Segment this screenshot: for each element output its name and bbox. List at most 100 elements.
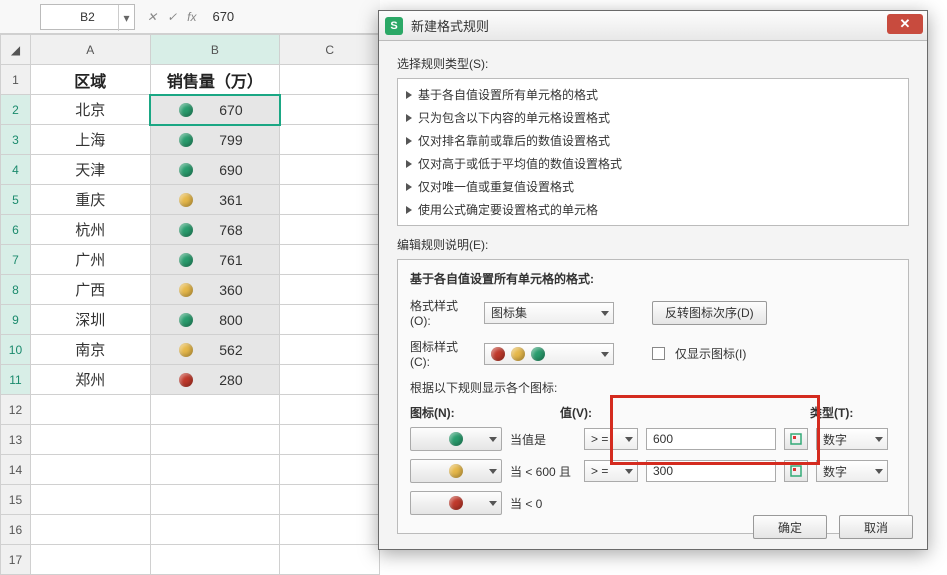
cell-value[interactable]: 670 <box>150 95 280 125</box>
cell[interactable] <box>280 455 380 485</box>
cell-region[interactable]: 南京 <box>30 335 150 365</box>
cell[interactable] <box>150 455 280 485</box>
row-header[interactable]: 1 <box>1 65 31 95</box>
rule-type-item[interactable]: 仅对排名靠前或靠后的数值设置格式 <box>398 129 908 152</box>
col-header-B[interactable]: B <box>150 35 280 65</box>
row-header[interactable]: 10 <box>1 335 31 365</box>
cancel-icon[interactable]: ✕ <box>147 10 157 24</box>
cell[interactable] <box>280 365 380 395</box>
cell-region[interactable]: 北京 <box>30 95 150 125</box>
type-combo[interactable]: 数字 <box>816 460 888 482</box>
col-header-C[interactable]: C <box>280 35 380 65</box>
cell[interactable] <box>150 545 280 575</box>
cell-value[interactable]: 360 <box>150 275 280 305</box>
row-header[interactable]: 4 <box>1 155 31 185</box>
rule-type-item[interactable]: 仅对唯一值或重复值设置格式 <box>398 175 908 198</box>
ok-button[interactable]: 确定 <box>753 515 827 539</box>
row-header[interactable]: 8 <box>1 275 31 305</box>
formula-input[interactable]: 670 <box>212 9 234 24</box>
cell[interactable] <box>150 425 280 455</box>
cell-value[interactable]: 768 <box>150 215 280 245</box>
cell-region[interactable]: 广西 <box>30 275 150 305</box>
type-combo[interactable]: 数字 <box>816 428 888 450</box>
rule-type-item[interactable]: 仅对高于或低于平均值的数值设置格式 <box>398 152 908 175</box>
cell[interactable] <box>280 125 380 155</box>
name-box-dropdown[interactable]: ▾ <box>118 5 134 31</box>
rule-type-list[interactable]: 基于各自值设置所有单元格的格式只为包含以下内容的单元格设置格式仅对排名靠前或靠后… <box>397 78 909 226</box>
format-style-combo[interactable]: 图标集 <box>484 302 614 324</box>
col-header-A[interactable]: A <box>30 35 150 65</box>
cell-region[interactable]: 深圳 <box>30 305 150 335</box>
dialog-titlebar[interactable]: S 新建格式规则 ✕ <box>379 11 927 41</box>
row-header[interactable]: 17 <box>1 545 31 575</box>
cell[interactable] <box>30 545 150 575</box>
cell[interactable] <box>150 515 280 545</box>
icon-picker[interactable] <box>410 491 502 515</box>
cell[interactable] <box>280 545 380 575</box>
cell[interactable] <box>30 425 150 455</box>
row-header[interactable]: 6 <box>1 215 31 245</box>
icon-style-combo[interactable] <box>484 343 614 365</box>
cell-region[interactable]: 杭州 <box>30 215 150 245</box>
cell[interactable] <box>280 95 380 125</box>
select-all-corner[interactable]: ◢ <box>1 35 31 65</box>
cell[interactable] <box>280 275 380 305</box>
cell[interactable] <box>280 245 380 275</box>
cell-value[interactable]: 361 <box>150 185 280 215</box>
cell[interactable] <box>280 485 380 515</box>
rule-type-item[interactable]: 基于各自值设置所有单元格的格式 <box>398 83 908 106</box>
row-header[interactable]: 15 <box>1 485 31 515</box>
rule-type-item[interactable]: 只为包含以下内容的单元格设置格式 <box>398 106 908 129</box>
cell[interactable] <box>280 155 380 185</box>
only-icon-checkbox[interactable] <box>652 347 665 360</box>
row-header[interactable]: 12 <box>1 395 31 425</box>
row-header[interactable]: 2 <box>1 95 31 125</box>
cell[interactable] <box>280 65 380 95</box>
cell[interactable] <box>280 425 380 455</box>
cell-value[interactable]: 690 <box>150 155 280 185</box>
cell[interactable] <box>280 395 380 425</box>
cell-value[interactable]: 761 <box>150 245 280 275</box>
row-header[interactable]: 3 <box>1 125 31 155</box>
cell-value[interactable]: 800 <box>150 305 280 335</box>
cell[interactable] <box>150 485 280 515</box>
row-header[interactable]: 14 <box>1 455 31 485</box>
operator-combo[interactable]: > = <box>584 460 638 482</box>
cell[interactable]: 销售量（万） <box>150 65 280 95</box>
cell-region[interactable]: 天津 <box>30 155 150 185</box>
icon-picker[interactable] <box>410 427 502 451</box>
row-header[interactable]: 7 <box>1 245 31 275</box>
icon-picker[interactable] <box>410 459 502 483</box>
row-header[interactable]: 11 <box>1 365 31 395</box>
operator-combo[interactable]: > = <box>584 428 638 450</box>
cell[interactable] <box>150 395 280 425</box>
fx-icon[interactable]: fx <box>187 10 196 24</box>
row-header[interactable]: 16 <box>1 515 31 545</box>
cell-region[interactable]: 广州 <box>30 245 150 275</box>
reverse-order-button[interactable]: 反转图标次序(D) <box>652 301 767 325</box>
value-input[interactable]: 600 <box>646 428 776 450</box>
cell[interactable] <box>280 185 380 215</box>
name-box[interactable]: B2 ▾ <box>40 4 135 30</box>
confirm-icon[interactable]: ✓ <box>167 10 177 24</box>
range-ref-button[interactable] <box>784 428 808 450</box>
cell[interactable] <box>30 455 150 485</box>
row-header[interactable]: 9 <box>1 305 31 335</box>
cell[interactable] <box>280 335 380 365</box>
cell[interactable] <box>280 305 380 335</box>
cell[interactable] <box>280 215 380 245</box>
cell[interactable] <box>30 515 150 545</box>
cell[interactable]: 区域 <box>30 65 150 95</box>
rule-type-item[interactable]: 使用公式确定要设置格式的单元格 <box>398 198 908 221</box>
cell-value[interactable]: 562 <box>150 335 280 365</box>
row-header[interactable]: 5 <box>1 185 31 215</box>
cell-value[interactable]: 280 <box>150 365 280 395</box>
row-header[interactable]: 13 <box>1 425 31 455</box>
cell-region[interactable]: 重庆 <box>30 185 150 215</box>
cell[interactable] <box>30 395 150 425</box>
cell-value[interactable]: 799 <box>150 125 280 155</box>
value-input[interactable]: 300 <box>646 460 776 482</box>
cell[interactable] <box>30 485 150 515</box>
close-button[interactable]: ✕ <box>887 14 923 34</box>
cell-region[interactable]: 上海 <box>30 125 150 155</box>
